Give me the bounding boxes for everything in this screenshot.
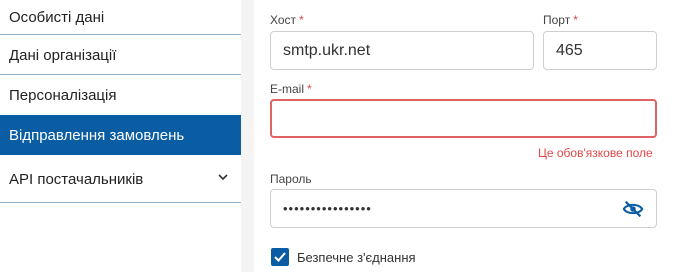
email-input[interactable] bbox=[270, 99, 657, 138]
sidebar-item-label: API постачальників bbox=[9, 170, 144, 188]
required-mark: * bbox=[307, 82, 312, 96]
email-label-text: E-mail bbox=[270, 82, 305, 96]
port-label: Порт * bbox=[543, 13, 578, 27]
host-input[interactable]: smtp.ukr.net bbox=[270, 31, 534, 70]
sidebar-item-label: Персоналізація bbox=[9, 86, 117, 104]
sidebar-item-organization-data[interactable]: Дані організації bbox=[0, 35, 241, 75]
host-value: smtp.ukr.net bbox=[283, 41, 371, 59]
sidebar-item-label: Дані організації bbox=[9, 46, 117, 64]
port-value: 465 bbox=[556, 41, 583, 59]
password-value: •••••••••••••••• bbox=[283, 201, 372, 216]
password-label-text: Пароль bbox=[270, 172, 312, 186]
sidebar-item-order-sending[interactable]: Відправлення замовлень bbox=[0, 115, 241, 155]
check-icon bbox=[274, 252, 286, 262]
sidebar-item-supplier-api[interactable]: API постачальників bbox=[0, 155, 241, 203]
sidebar-item-personalization[interactable]: Персоналізація bbox=[0, 75, 241, 115]
email-error-message: Це обов'язкове поле bbox=[538, 146, 653, 160]
password-label: Пароль bbox=[270, 172, 312, 186]
required-mark: * bbox=[299, 13, 304, 27]
chevron-down-icon[interactable] bbox=[217, 171, 229, 183]
order-sending-form: Хост * smtp.ukr.net Порт * 465 E-mail * Це … bbox=[254, 0, 680, 272]
divider bbox=[0, 202, 241, 203]
required-mark: * bbox=[573, 13, 578, 27]
port-label-text: Порт bbox=[543, 13, 571, 27]
host-label: Хост * bbox=[270, 13, 304, 27]
password-input[interactable]: •••••••••••••••• bbox=[270, 189, 657, 228]
sidebar-item-personal-data[interactable]: Особисті дані bbox=[0, 0, 241, 35]
host-label-text: Хост bbox=[270, 13, 297, 27]
secure-connection-label: Безпечне з'єднання bbox=[297, 250, 416, 265]
settings-sidebar: Особисті дані Дані організації Персоналі… bbox=[0, 0, 241, 272]
secure-connection-checkbox[interactable] bbox=[271, 248, 289, 266]
eye-off-icon[interactable] bbox=[622, 199, 644, 219]
email-label: E-mail * bbox=[270, 82, 312, 96]
sidebar-item-label: Особисті дані bbox=[9, 9, 105, 26]
sidebar-item-label: Відправлення замовлень bbox=[9, 126, 185, 144]
port-input[interactable]: 465 bbox=[543, 31, 657, 70]
